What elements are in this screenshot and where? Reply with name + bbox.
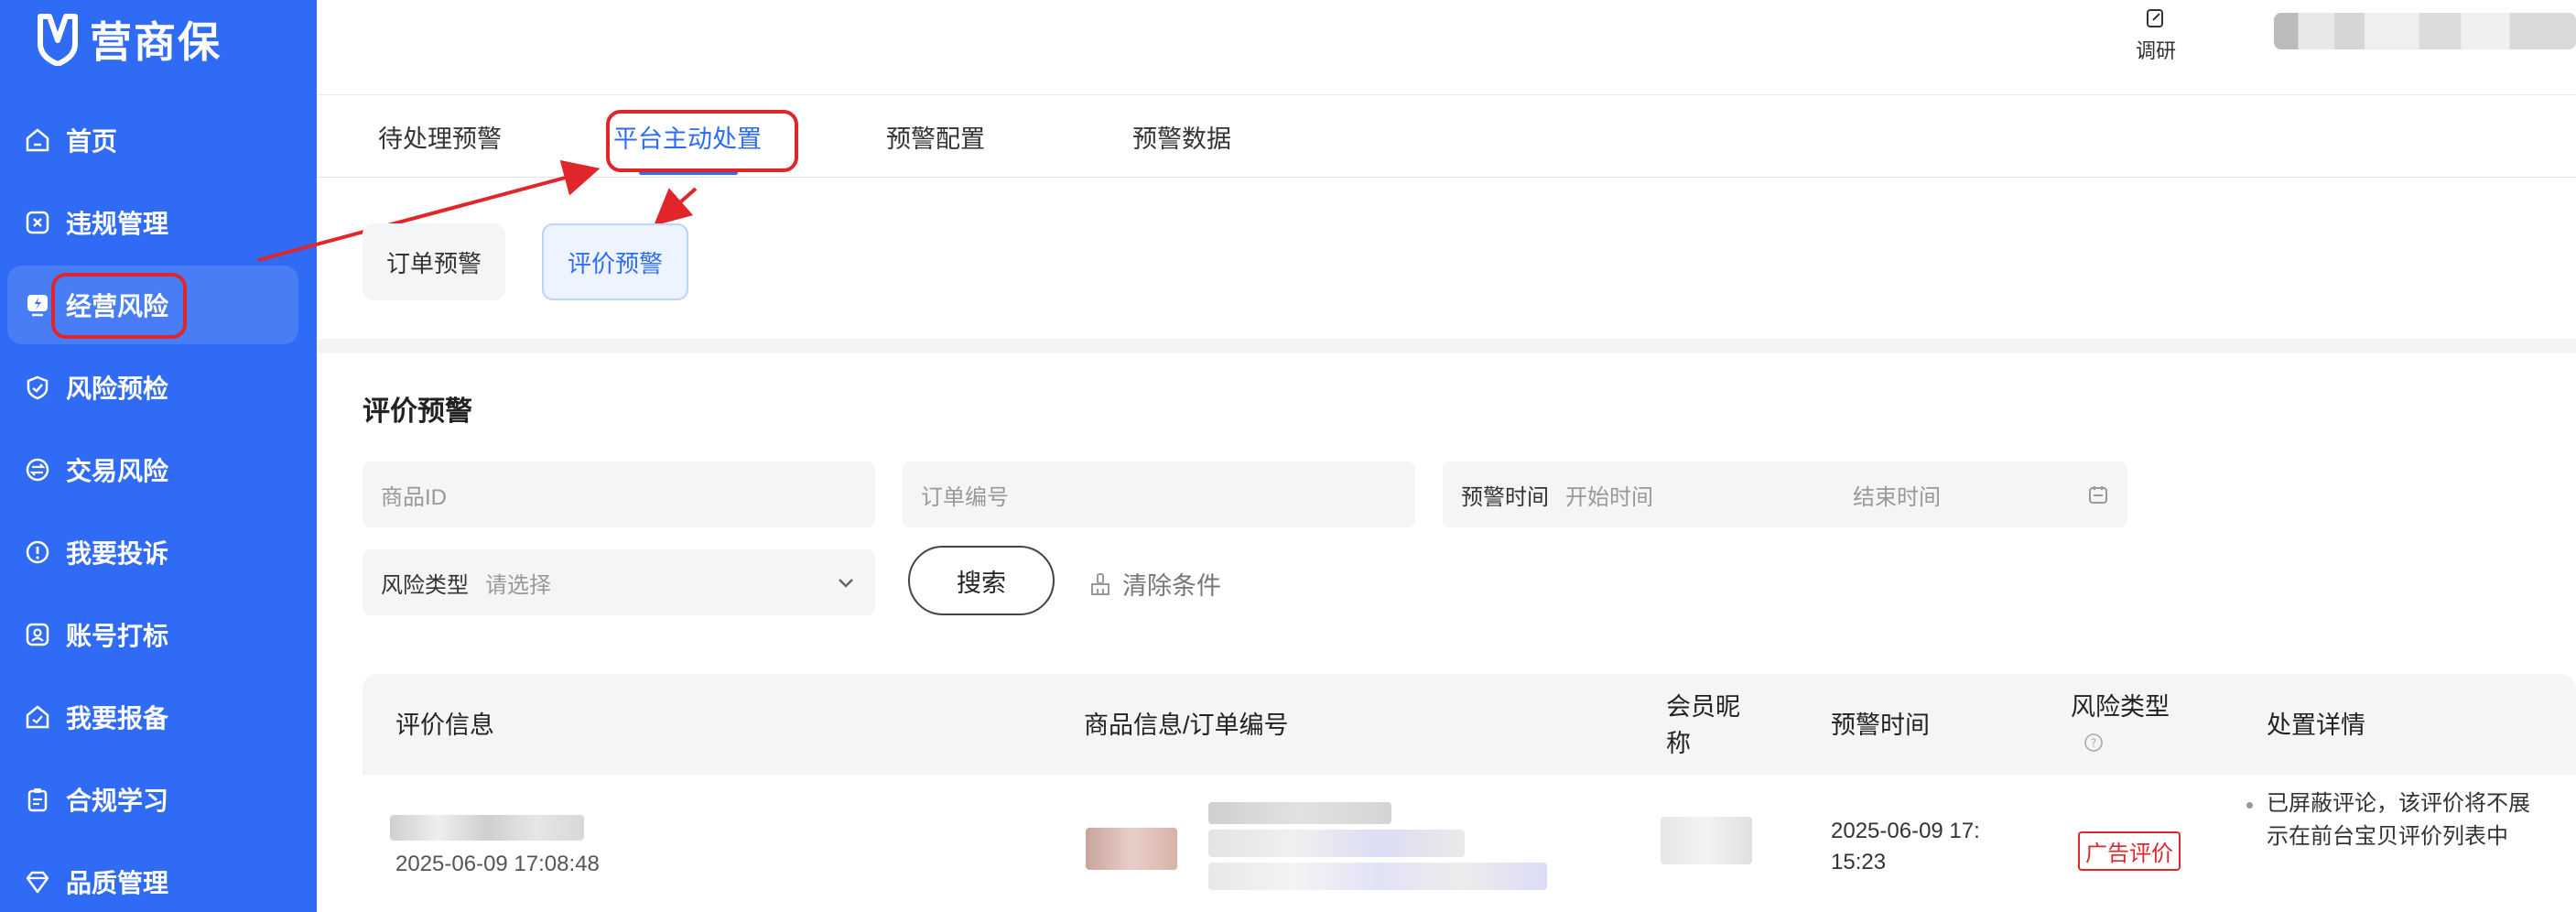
sidebar-item-label: 交易风险	[66, 457, 169, 485]
sidebar-item-label: 账号打标	[66, 622, 169, 650]
order-no-placeholder: 订单编号	[921, 484, 1009, 510]
sidebar-item-trade-risk[interactable]: 交易风险	[7, 430, 298, 509]
column-header-member-nickname: 会员昵称	[1666, 693, 1740, 757]
survey-button[interactable]: 调研	[2133, 7, 2179, 64]
sidebar-item-label: 违规管理	[66, 210, 169, 238]
risk-type-select[interactable]: 风险类型 请选择	[363, 549, 875, 615]
column-header-review-info: 评价信息	[395, 711, 494, 739]
report-icon	[24, 703, 51, 731]
user-account-blurred[interactable]	[2274, 13, 2576, 49]
clear-filters-label: 清除条件	[1122, 572, 1221, 600]
column-header-risk-type: 风险类型	[2071, 693, 2170, 721]
broom-icon	[1091, 572, 1109, 595]
sidebar-item-label: 我要报备	[66, 704, 169, 733]
tab-alert-config[interactable]: 预警配置	[886, 119, 985, 155]
svg-text:?: ?	[2091, 737, 2096, 750]
sidebar-item-quality[interactable]: 品质管理	[7, 842, 298, 912]
arrow-tab-to-subtab	[654, 187, 698, 226]
clear-filters-button[interactable]: 清除条件	[1088, 566, 1221, 602]
tab-pending-alerts[interactable]: 待处理预警	[378, 119, 502, 155]
sidebar-item-label: 合规学习	[66, 787, 169, 815]
section-title: 评价预警	[363, 396, 472, 427]
table-header: 评价信息 商品信息/订单编号 会员昵称 预警时间 风险类型 ? 处置详情	[363, 674, 2576, 775]
sidebar-item-home[interactable]: 首页	[7, 101, 298, 179]
alert-time-line1: 2025-06-09 17:	[1831, 819, 1980, 843]
column-header-alert-time: 预警时间	[1831, 711, 1930, 739]
product-id-input[interactable]: 商品ID	[363, 461, 875, 527]
subtab-order-alert[interactable]: 订单预警	[363, 223, 506, 300]
violation-icon	[24, 209, 51, 236]
column-header-product-order: 商品信息/订单编号	[1084, 711, 1289, 739]
home-icon	[24, 126, 51, 154]
tab-platform-disposal[interactable]: 平台主动处置	[613, 119, 762, 155]
exchange-icon	[24, 456, 51, 483]
alert-time-label: 预警时间	[1461, 484, 1549, 510]
brand-name: 营商保	[90, 18, 222, 66]
search-button[interactable]: 搜索	[908, 546, 1055, 615]
sidebar-item-report[interactable]: 我要报备	[7, 678, 298, 756]
sidebar-item-label: 经营风险	[66, 292, 169, 320]
precheck-icon	[24, 374, 51, 401]
alert-circle-icon	[24, 538, 51, 566]
brand-logo[interactable]: 营商保	[37, 7, 222, 71]
order-no-input[interactable]: 订单编号	[903, 461, 1415, 527]
risk-type-label: 风险类型	[381, 572, 469, 598]
section-divider	[317, 339, 2576, 353]
product-id-placeholder: 商品ID	[381, 484, 447, 510]
risk-type-tag: 广告评价	[2078, 831, 2181, 871]
column-header-disposal-detail: 处置详情	[2267, 711, 2365, 739]
end-time-placeholder[interactable]: 结束时间	[1853, 479, 1941, 511]
product-title-blurred[interactable]	[1208, 802, 1391, 824]
clipboard-icon	[24, 786, 51, 813]
disposal-detail: 已屏蔽评论，该评价将不展示在前台宝贝评价列表中	[2246, 787, 2541, 853]
sidebar-item-label: 我要投诉	[66, 539, 169, 568]
alert-time-line2: 15:23	[1831, 850, 1887, 874]
top-header	[317, 0, 2576, 95]
product-title-line2-blurred	[1208, 830, 1465, 857]
product-thumbnail-blurred[interactable]	[1086, 828, 1177, 870]
calendar-icon	[2089, 486, 2107, 504]
order-number-blurred[interactable]	[1208, 863, 1547, 890]
sidebar-item-compliance-learning[interactable]: 合规学习	[7, 760, 298, 839]
shield-lightning-icon	[24, 291, 51, 319]
start-time-placeholder[interactable]: 开始时间	[1565, 479, 1853, 511]
sidebar: 营商保 首页 违规管理 经营风险 风险预检 交易风险 我要投诉 账号打标 我要报…	[0, 0, 317, 912]
review-content-blurred	[390, 815, 584, 841]
disposal-detail-text: 已屏蔽评论，该评价将不展示在前台宝贝评价列表中	[2267, 791, 2530, 849]
diamond-icon	[24, 868, 51, 896]
sidebar-item-account-tag[interactable]: 账号打标	[7, 595, 298, 674]
account-tag-icon	[24, 621, 51, 648]
member-nickname-blurred	[1661, 817, 1752, 864]
active-tab-indicator	[639, 170, 738, 175]
shield-v-icon	[38, 14, 78, 66]
sidebar-item-label: 风险预检	[66, 375, 169, 403]
risk-type-placeholder: 请选择	[485, 572, 551, 598]
sidebar-item-label: 首页	[66, 127, 118, 156]
edit-note-icon	[2147, 9, 2163, 27]
survey-label: 调研	[2135, 39, 2176, 62]
help-circle-icon[interactable]: ?	[2084, 733, 2104, 753]
tab-alert-data[interactable]: 预警数据	[1132, 119, 1231, 155]
bullet-dot	[2246, 802, 2253, 809]
sidebar-item-violation[interactable]: 违规管理	[7, 183, 298, 262]
review-time: 2025-06-09 17:08:48	[395, 852, 600, 876]
sidebar-item-label: 品质管理	[66, 869, 169, 897]
subtab-review-alert[interactable]: 评价预警	[542, 223, 689, 300]
chevron-down-icon	[839, 579, 853, 588]
sidebar-item-business-risk[interactable]: 经营风险	[7, 266, 298, 344]
sidebar-item-complaint[interactable]: 我要投诉	[7, 513, 298, 592]
alert-time-range-picker[interactable]: 预警时间 开始时间 结束时间	[1443, 461, 2127, 527]
sidebar-item-risk-precheck[interactable]: 风险预检	[7, 348, 298, 427]
